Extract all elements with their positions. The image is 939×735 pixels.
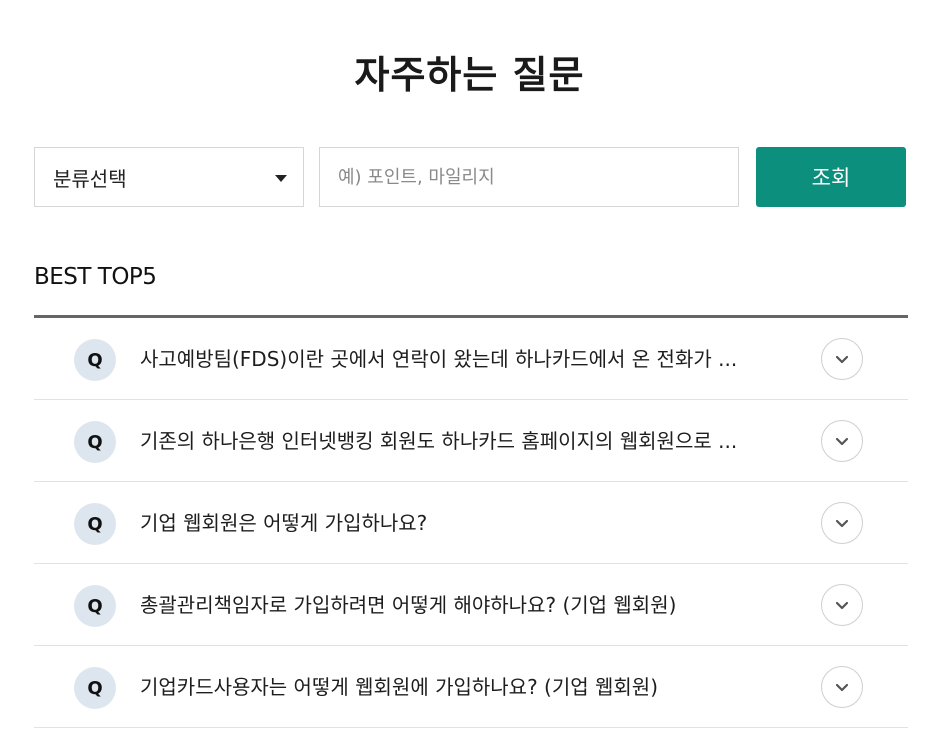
expand-toggle-button[interactable] xyxy=(821,584,863,626)
category-select-value: 분류선택 xyxy=(53,166,127,191)
expand-toggle-button[interactable] xyxy=(821,666,863,708)
category-select[interactable]: 분류선택 xyxy=(34,147,304,207)
faq-item[interactable]: Q 사고예방팀(FDS)이란 곳에서 연락이 왔는데 하나카드에서 온 전화가 … xyxy=(34,318,908,400)
q-badge: Q xyxy=(74,421,116,463)
faq-item[interactable]: Q 기업카드사용자는 어떻게 웹회원에 가입하나요? (기업 웹회원) xyxy=(34,646,908,728)
search-submit-button[interactable]: 조회 xyxy=(756,147,906,207)
best-faq-list: Q 사고예방팀(FDS)이란 곳에서 연락이 왔는데 하나카드에서 온 전화가 … xyxy=(34,315,908,728)
best-top5-title: BEST TOP5 xyxy=(34,264,157,290)
faq-item[interactable]: Q 기존의 하나은행 인터넷뱅킹 회원도 하나카드 홈페이지의 웹회원으로 ..… xyxy=(34,400,908,482)
search-bar: 분류선택 조회 xyxy=(34,147,906,207)
expand-toggle-button[interactable] xyxy=(821,338,863,380)
caret-down-icon xyxy=(275,175,287,182)
faq-question[interactable]: 총괄관리책임자로 가입하려면 어떻게 해야하나요? (기업 웹회원) xyxy=(140,564,800,646)
faq-question[interactable]: 기존의 하나은행 인터넷뱅킹 회원도 하나카드 홈페이지의 웹회원으로 ... xyxy=(140,400,800,482)
chevron-down-icon xyxy=(835,683,849,692)
chevron-down-icon xyxy=(835,519,849,528)
expand-toggle-button[interactable] xyxy=(821,502,863,544)
q-badge: Q xyxy=(74,667,116,709)
chevron-down-icon xyxy=(835,601,849,610)
keyword-search-input[interactable] xyxy=(319,147,739,207)
q-badge: Q xyxy=(74,585,116,627)
q-badge: Q xyxy=(74,339,116,381)
faq-question[interactable]: 기업 웹회원은 어떻게 가입하나요? xyxy=(140,482,800,564)
chevron-down-icon xyxy=(835,437,849,446)
q-badge: Q xyxy=(74,503,116,545)
faq-question[interactable]: 사고예방팀(FDS)이란 곳에서 연락이 왔는데 하나카드에서 온 전화가 ..… xyxy=(140,318,800,400)
faq-item[interactable]: Q 기업 웹회원은 어떻게 가입하나요? xyxy=(34,482,908,564)
faq-page: 자주하는 질문 분류선택 조회 BEST TOP5 Q 사고예방팀(FDS)이란… xyxy=(0,0,939,735)
page-title: 자주하는 질문 xyxy=(354,53,585,97)
faq-question[interactable]: 기업카드사용자는 어떻게 웹회원에 가입하나요? (기업 웹회원) xyxy=(140,646,800,728)
chevron-down-icon xyxy=(835,355,849,364)
expand-toggle-button[interactable] xyxy=(821,420,863,462)
faq-item[interactable]: Q 총괄관리책임자로 가입하려면 어떻게 해야하나요? (기업 웹회원) xyxy=(34,564,908,646)
